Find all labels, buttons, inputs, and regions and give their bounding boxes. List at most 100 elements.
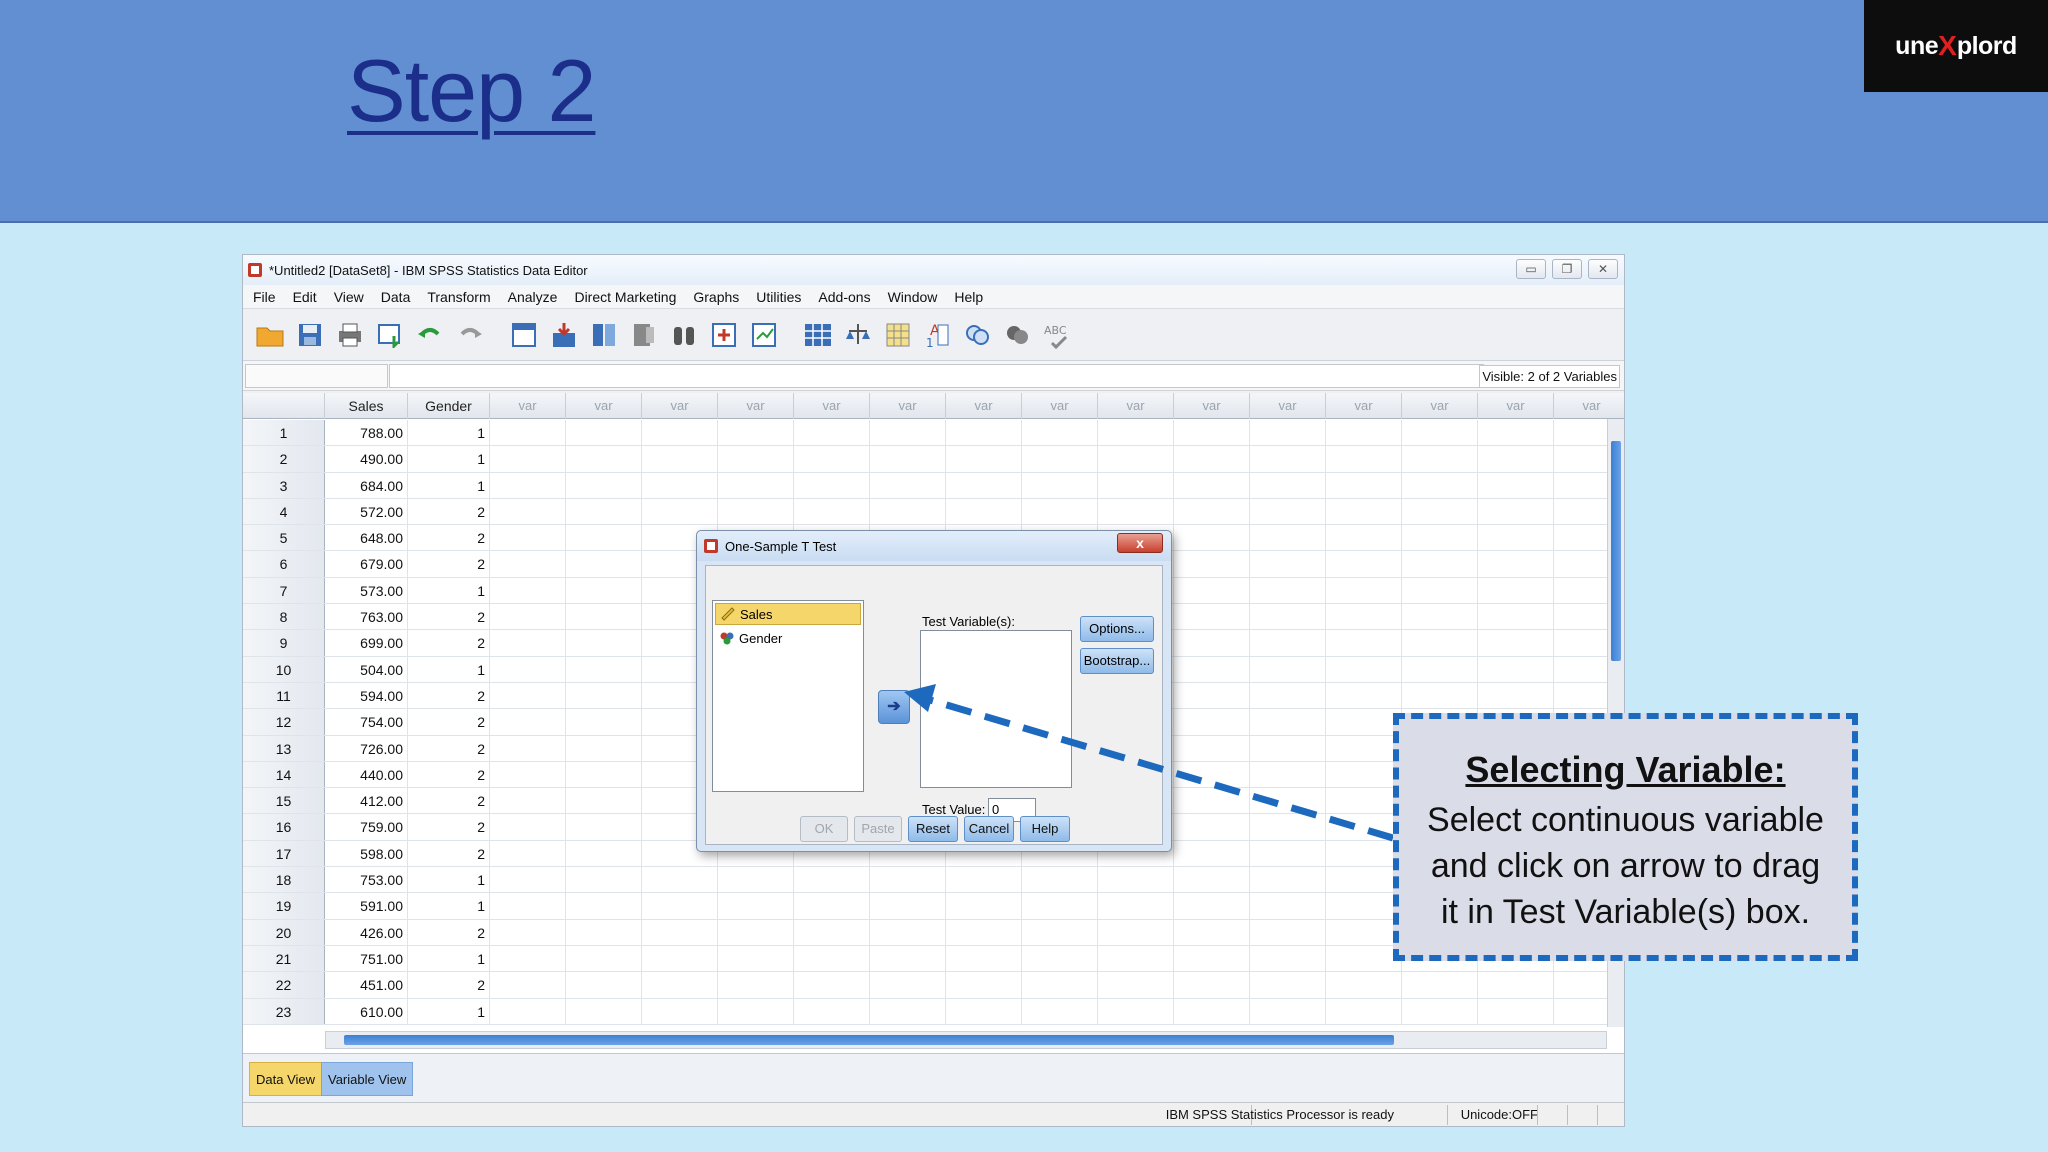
empty-cell[interactable]	[1174, 682, 1250, 709]
column-header-var[interactable]: var	[1098, 393, 1174, 419]
empty-cell[interactable]	[1250, 498, 1326, 525]
empty-cell[interactable]	[1022, 867, 1098, 893]
row-number[interactable]: 22	[243, 972, 325, 998]
empty-cell[interactable]	[566, 893, 642, 919]
empty-cell[interactable]	[794, 945, 870, 972]
column-header-var[interactable]: var	[1174, 393, 1250, 419]
tab-data-view[interactable]: Data View	[249, 1062, 323, 1096]
empty-cell[interactable]	[1402, 472, 1478, 498]
cell-gender[interactable]: 2	[408, 972, 490, 998]
empty-cell[interactable]	[1022, 446, 1098, 472]
empty-cell[interactable]	[490, 551, 566, 577]
empty-cell[interactable]	[1402, 498, 1478, 525]
empty-cell[interactable]	[1326, 472, 1402, 498]
empty-cell[interactable]	[1326, 551, 1402, 577]
insert-cases-icon[interactable]	[707, 318, 741, 352]
empty-cell[interactable]	[1250, 998, 1326, 1024]
reset-button[interactable]: Reset	[908, 816, 958, 842]
empty-cell[interactable]	[1250, 472, 1326, 498]
cell-gender[interactable]: 1	[408, 998, 490, 1024]
variable-item-sales[interactable]: Sales	[715, 603, 861, 625]
cell-sales[interactable]: 726.00	[325, 735, 408, 761]
empty-cell[interactable]	[1174, 446, 1250, 472]
empty-cell[interactable]	[1326, 867, 1402, 893]
empty-cell[interactable]	[490, 577, 566, 604]
empty-cell[interactable]	[1250, 761, 1326, 788]
empty-cell[interactable]	[490, 420, 566, 446]
move-variable-arrow-button[interactable]: ➔	[878, 690, 910, 724]
cell-sales[interactable]: 573.00	[325, 577, 408, 604]
empty-cell[interactable]	[1250, 604, 1326, 630]
cell-gender[interactable]: 2	[408, 788, 490, 814]
row-number[interactable]: 19	[243, 893, 325, 919]
cell-gender[interactable]: 2	[408, 498, 490, 525]
cell-sales[interactable]: 412.00	[325, 788, 408, 814]
menu-help[interactable]: Help	[948, 289, 994, 305]
column-header-var[interactable]: var	[1478, 393, 1554, 419]
column-header-sales[interactable]: Sales	[325, 393, 408, 419]
empty-cell[interactable]	[566, 656, 642, 682]
dialog-recall-icon[interactable]	[373, 318, 407, 352]
empty-cell[interactable]	[1022, 893, 1098, 919]
empty-cell[interactable]	[490, 735, 566, 761]
empty-cell[interactable]	[718, 893, 794, 919]
menu-graphs[interactable]: Graphs	[687, 289, 750, 305]
horizontal-scrollbar[interactable]	[325, 1031, 1607, 1049]
cell-gender[interactable]: 1	[408, 656, 490, 682]
empty-cell[interactable]	[1478, 604, 1554, 630]
cell-editor-input[interactable]	[389, 363, 1484, 388]
empty-cell[interactable]	[566, 472, 642, 498]
empty-cell[interactable]	[1250, 972, 1326, 998]
empty-cell[interactable]	[1402, 420, 1478, 446]
empty-cell[interactable]	[870, 945, 946, 972]
empty-cell[interactable]	[1098, 893, 1174, 919]
goto-variable-icon[interactable]	[547, 318, 581, 352]
find-binoculars-icon[interactable]	[667, 318, 701, 352]
close-window-button[interactable]: ✕	[1588, 259, 1618, 279]
menu-analyze[interactable]: Analyze	[502, 289, 569, 305]
cell-sales[interactable]: 591.00	[325, 893, 408, 919]
tab-variable-view[interactable]: Variable View	[321, 1062, 414, 1096]
empty-cell[interactable]	[566, 735, 642, 761]
use-sets-icon[interactable]	[961, 318, 995, 352]
cell-sales[interactable]: 648.00	[325, 525, 408, 551]
menu-data[interactable]: Data	[375, 289, 422, 305]
empty-cell[interactable]	[566, 945, 642, 972]
empty-cell[interactable]	[1174, 893, 1250, 919]
empty-cell[interactable]	[566, 630, 642, 656]
empty-cell[interactable]	[1250, 630, 1326, 656]
empty-cell[interactable]	[490, 998, 566, 1024]
cell-gender[interactable]: 1	[408, 420, 490, 446]
empty-cell[interactable]	[566, 551, 642, 577]
column-header-var[interactable]: var	[1554, 393, 1624, 419]
empty-cell[interactable]	[642, 420, 718, 446]
empty-cell[interactable]	[1326, 814, 1402, 840]
empty-cell[interactable]	[566, 446, 642, 472]
row-number[interactable]: 2	[243, 446, 325, 472]
menu-window[interactable]: Window	[882, 289, 949, 305]
empty-cell[interactable]	[566, 788, 642, 814]
cell-gender[interactable]: 2	[408, 604, 490, 630]
empty-cell[interactable]	[1098, 498, 1174, 525]
empty-cell[interactable]	[1174, 814, 1250, 840]
row-number[interactable]: 11	[243, 682, 325, 709]
empty-cell[interactable]	[566, 919, 642, 945]
empty-cell[interactable]	[490, 709, 566, 735]
empty-cell[interactable]	[1402, 604, 1478, 630]
column-header-var[interactable]: var	[1250, 393, 1326, 419]
empty-cell[interactable]	[1174, 656, 1250, 682]
cell-gender[interactable]: 2	[408, 709, 490, 735]
goto-case-icon[interactable]	[507, 318, 541, 352]
empty-cell[interactable]	[1174, 498, 1250, 525]
empty-cell[interactable]	[490, 525, 566, 551]
empty-cell[interactable]	[1326, 656, 1402, 682]
cell-gender[interactable]: 2	[408, 525, 490, 551]
empty-cell[interactable]	[1098, 919, 1174, 945]
empty-cell[interactable]	[870, 472, 946, 498]
cell-sales[interactable]: 610.00	[325, 998, 408, 1024]
empty-cell[interactable]	[1174, 972, 1250, 998]
empty-cell[interactable]	[794, 420, 870, 446]
empty-cell[interactable]	[794, 972, 870, 998]
empty-cell[interactable]	[794, 446, 870, 472]
empty-cell[interactable]	[1326, 893, 1402, 919]
